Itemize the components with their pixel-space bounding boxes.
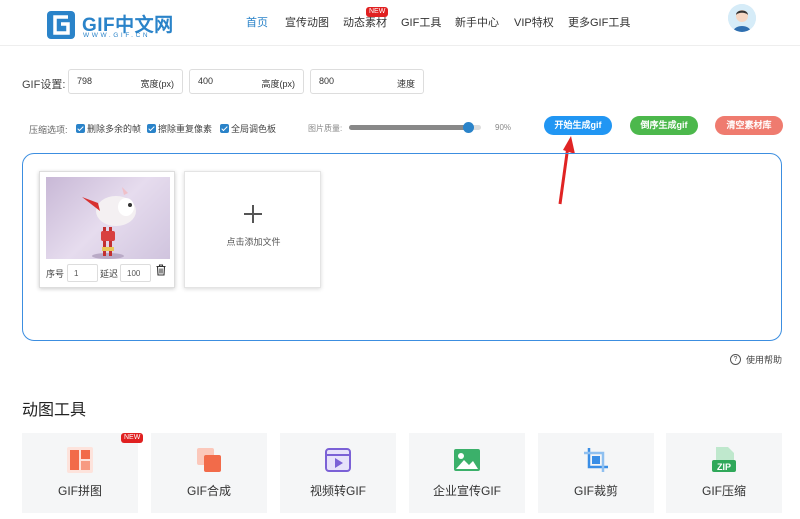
svg-text:ZIP: ZIP: [717, 462, 731, 472]
nav-promo-gifs[interactable]: 宣传动图: [285, 14, 329, 30]
tool-label: GIF拼图: [58, 484, 102, 498]
logo-subtext: WWW.GIF.CN: [83, 32, 151, 39]
quality-slider[interactable]: [349, 122, 481, 133]
nav-gif-tools[interactable]: GIF工具: [401, 14, 441, 30]
nav-vip[interactable]: VIP特权: [514, 14, 554, 30]
avatar-icon: [728, 4, 756, 32]
site-logo[interactable]: GIF中文网 WWW.GIF.CN: [46, 10, 173, 42]
width-field[interactable]: 798 宽度(px): [68, 69, 183, 94]
user-avatar[interactable]: [728, 4, 756, 32]
checkbox-icon: [76, 124, 85, 133]
width-value: 798: [77, 76, 93, 86]
nav-beginner-center[interactable]: 新手中心: [455, 14, 499, 30]
tool-label: GIF裁剪: [574, 484, 618, 498]
height-unit: 高度(px): [261, 79, 296, 89]
top-header: GIF中文网 WWW.GIF.CN 首页 宣传动图 动态素材 NEW GIF工具…: [0, 0, 800, 46]
image-icon: [454, 449, 480, 471]
collage-icon: [67, 447, 93, 473]
sequence-input[interactable]: 1: [67, 264, 98, 282]
video-icon: [325, 448, 351, 472]
merge-icon: [197, 448, 221, 472]
checkbox-global-palette[interactable]: 全局调色板: [220, 122, 276, 135]
quality-value: 90%: [495, 123, 512, 132]
checkbox-label: 擦除重复像素: [158, 124, 213, 134]
tool-gif-compress[interactable]: ZIP GIF压缩: [666, 433, 782, 513]
add-file-card[interactable]: 点击添加文件: [184, 171, 321, 288]
frame-thumbnail: [46, 177, 170, 259]
nav-more-tools[interactable]: 更多GIF工具: [568, 14, 630, 30]
speed-unit: 速度: [396, 79, 415, 89]
speed-value: 800: [319, 76, 335, 86]
checkbox-label: 删除多余的帧: [87, 124, 142, 134]
tool-enterprise-gif[interactable]: 企业宣传GIF: [409, 433, 525, 513]
start-generate-button[interactable]: 开始生成gif: [544, 116, 612, 135]
quality-slider-fill: [349, 125, 468, 130]
checkbox-label: 全局调色板: [231, 124, 277, 134]
plus-icon: [244, 205, 262, 223]
width-unit: 宽度(px): [140, 79, 175, 89]
zip-icon: ZIP: [712, 447, 736, 472]
sequence-label: 序号: [46, 269, 65, 279]
crop-icon: [584, 448, 608, 472]
tool-label: GIF合成: [187, 484, 231, 498]
delay-label: 延迟: [100, 269, 119, 279]
checkbox-icon: [220, 124, 229, 133]
logo-icon: [47, 11, 75, 39]
trash-icon[interactable]: [155, 264, 167, 276]
nav-home[interactable]: 首页: [246, 14, 268, 30]
checkbox-remove-frames[interactable]: 删除多余的帧: [76, 122, 141, 135]
delay-input[interactable]: 100: [120, 264, 151, 282]
checkbox-icon: [147, 124, 156, 133]
new-badge: NEW: [366, 7, 389, 17]
tool-label: 企业宣传GIF: [433, 484, 501, 498]
add-file-label: 点击添加文件: [226, 237, 281, 247]
help-label: 使用帮助: [746, 355, 783, 365]
reverse-generate-button[interactable]: 倒序生成gif: [630, 116, 698, 135]
tool-label: GIF压缩: [702, 484, 746, 498]
clear-library-button[interactable]: 清空素材库: [715, 116, 783, 135]
gif-settings-label: GIF设置:: [22, 79, 66, 91]
speed-field[interactable]: 800 速度: [310, 69, 424, 94]
tools-section-title: 动图工具: [22, 402, 87, 419]
tool-video-to-gif[interactable]: 视频转GIF: [280, 433, 396, 513]
quality-label: 图片质量:: [308, 124, 343, 133]
tool-label: 视频转GIF: [310, 484, 366, 498]
height-field[interactable]: 400 高度(px): [189, 69, 304, 94]
quality-slider-thumb[interactable]: [462, 122, 474, 133]
height-value: 400: [198, 76, 214, 86]
tool-gif-crop[interactable]: GIF裁剪: [538, 433, 654, 513]
tool-gif-merge[interactable]: GIF合成: [151, 433, 267, 513]
question-icon: ?: [730, 354, 741, 365]
checkbox-erase-pixels[interactable]: 擦除重复像素: [147, 122, 212, 135]
tool-gif-collage[interactable]: GIF拼图: [22, 433, 138, 513]
compress-options-label: 压缩选项:: [29, 125, 68, 135]
new-badge: NEW: [121, 433, 144, 443]
help-link[interactable]: ? 使用帮助: [730, 353, 782, 366]
